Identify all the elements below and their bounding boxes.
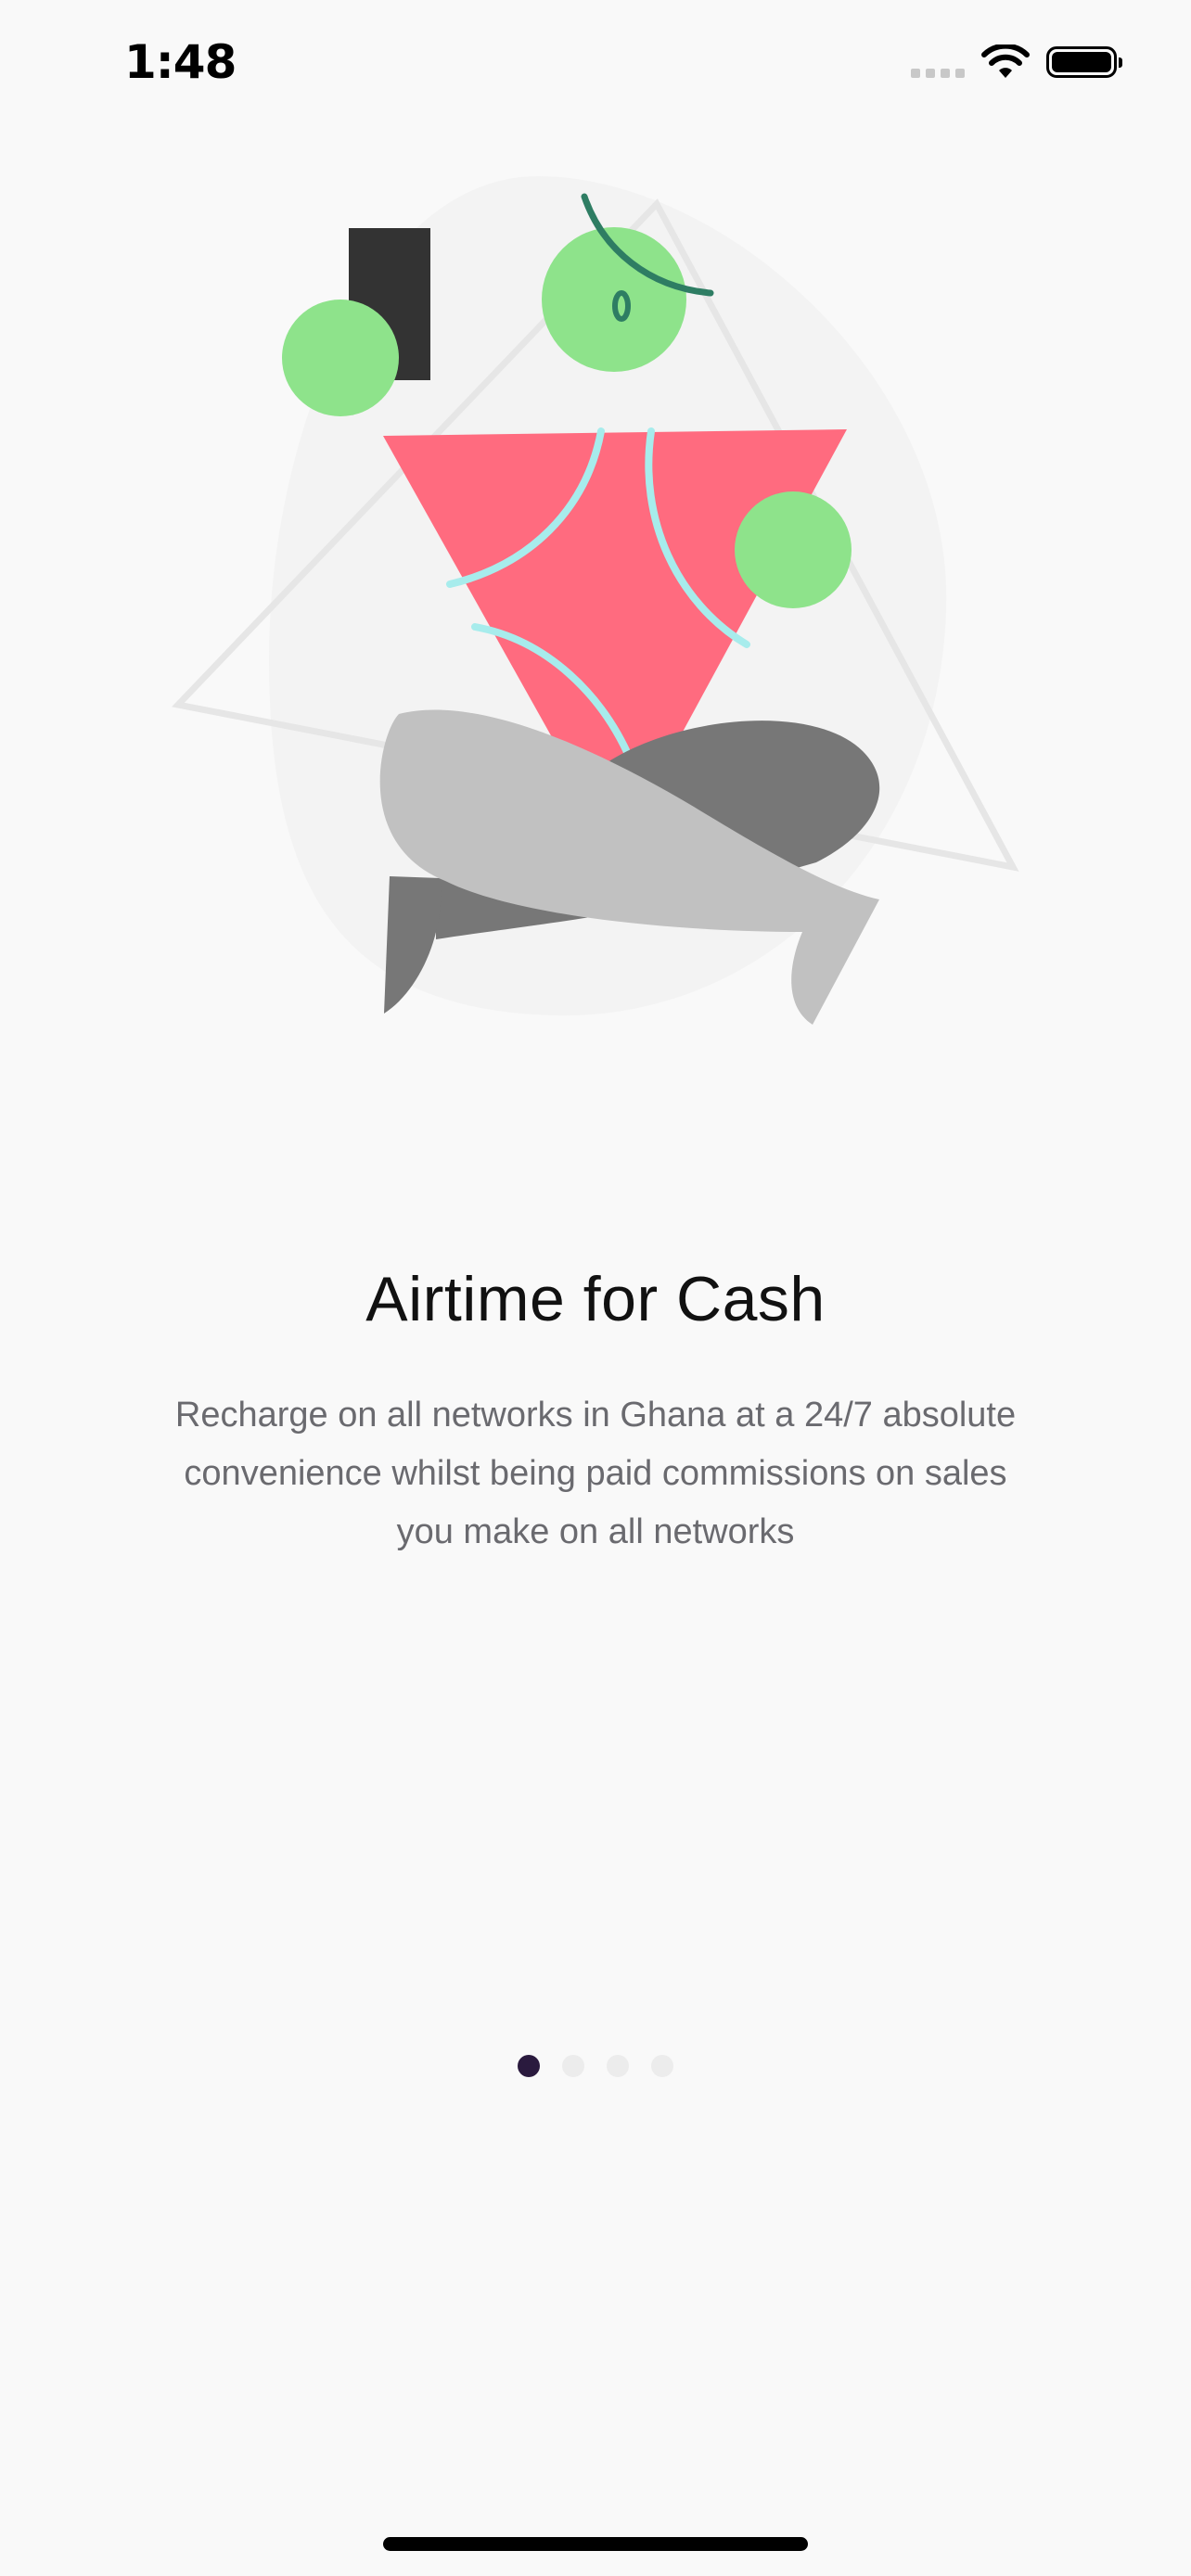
cellular-signal-icon (911, 46, 965, 78)
page-dot-2[interactable] (562, 2055, 584, 2077)
onboarding-description: Recharge on all networks in Ghana at a 2… (174, 1396, 1017, 1551)
green-circle-right (735, 491, 852, 608)
page-dot-1[interactable] (518, 2055, 540, 2077)
green-circle-left (282, 300, 399, 416)
status-bar: 1:48 (0, 0, 1191, 139)
page-indicator[interactable] (0, 2055, 1191, 2077)
status-icons (911, 45, 1122, 80)
onboarding-title: Airtime for Cash (365, 1264, 826, 1334)
page-dot-4[interactable] (651, 2055, 673, 2077)
home-indicator[interactable] (383, 2537, 808, 2551)
onboarding-screen: 1:48 Airtime for Cash Recharge on all ne… (0, 0, 1191, 2576)
person-sitting-illustration (172, 176, 1019, 1025)
wifi-icon (981, 45, 1030, 78)
page-dot-3[interactable] (607, 2055, 629, 2077)
battery-icon (1046, 46, 1122, 78)
status-time: 1:48 (124, 35, 237, 89)
